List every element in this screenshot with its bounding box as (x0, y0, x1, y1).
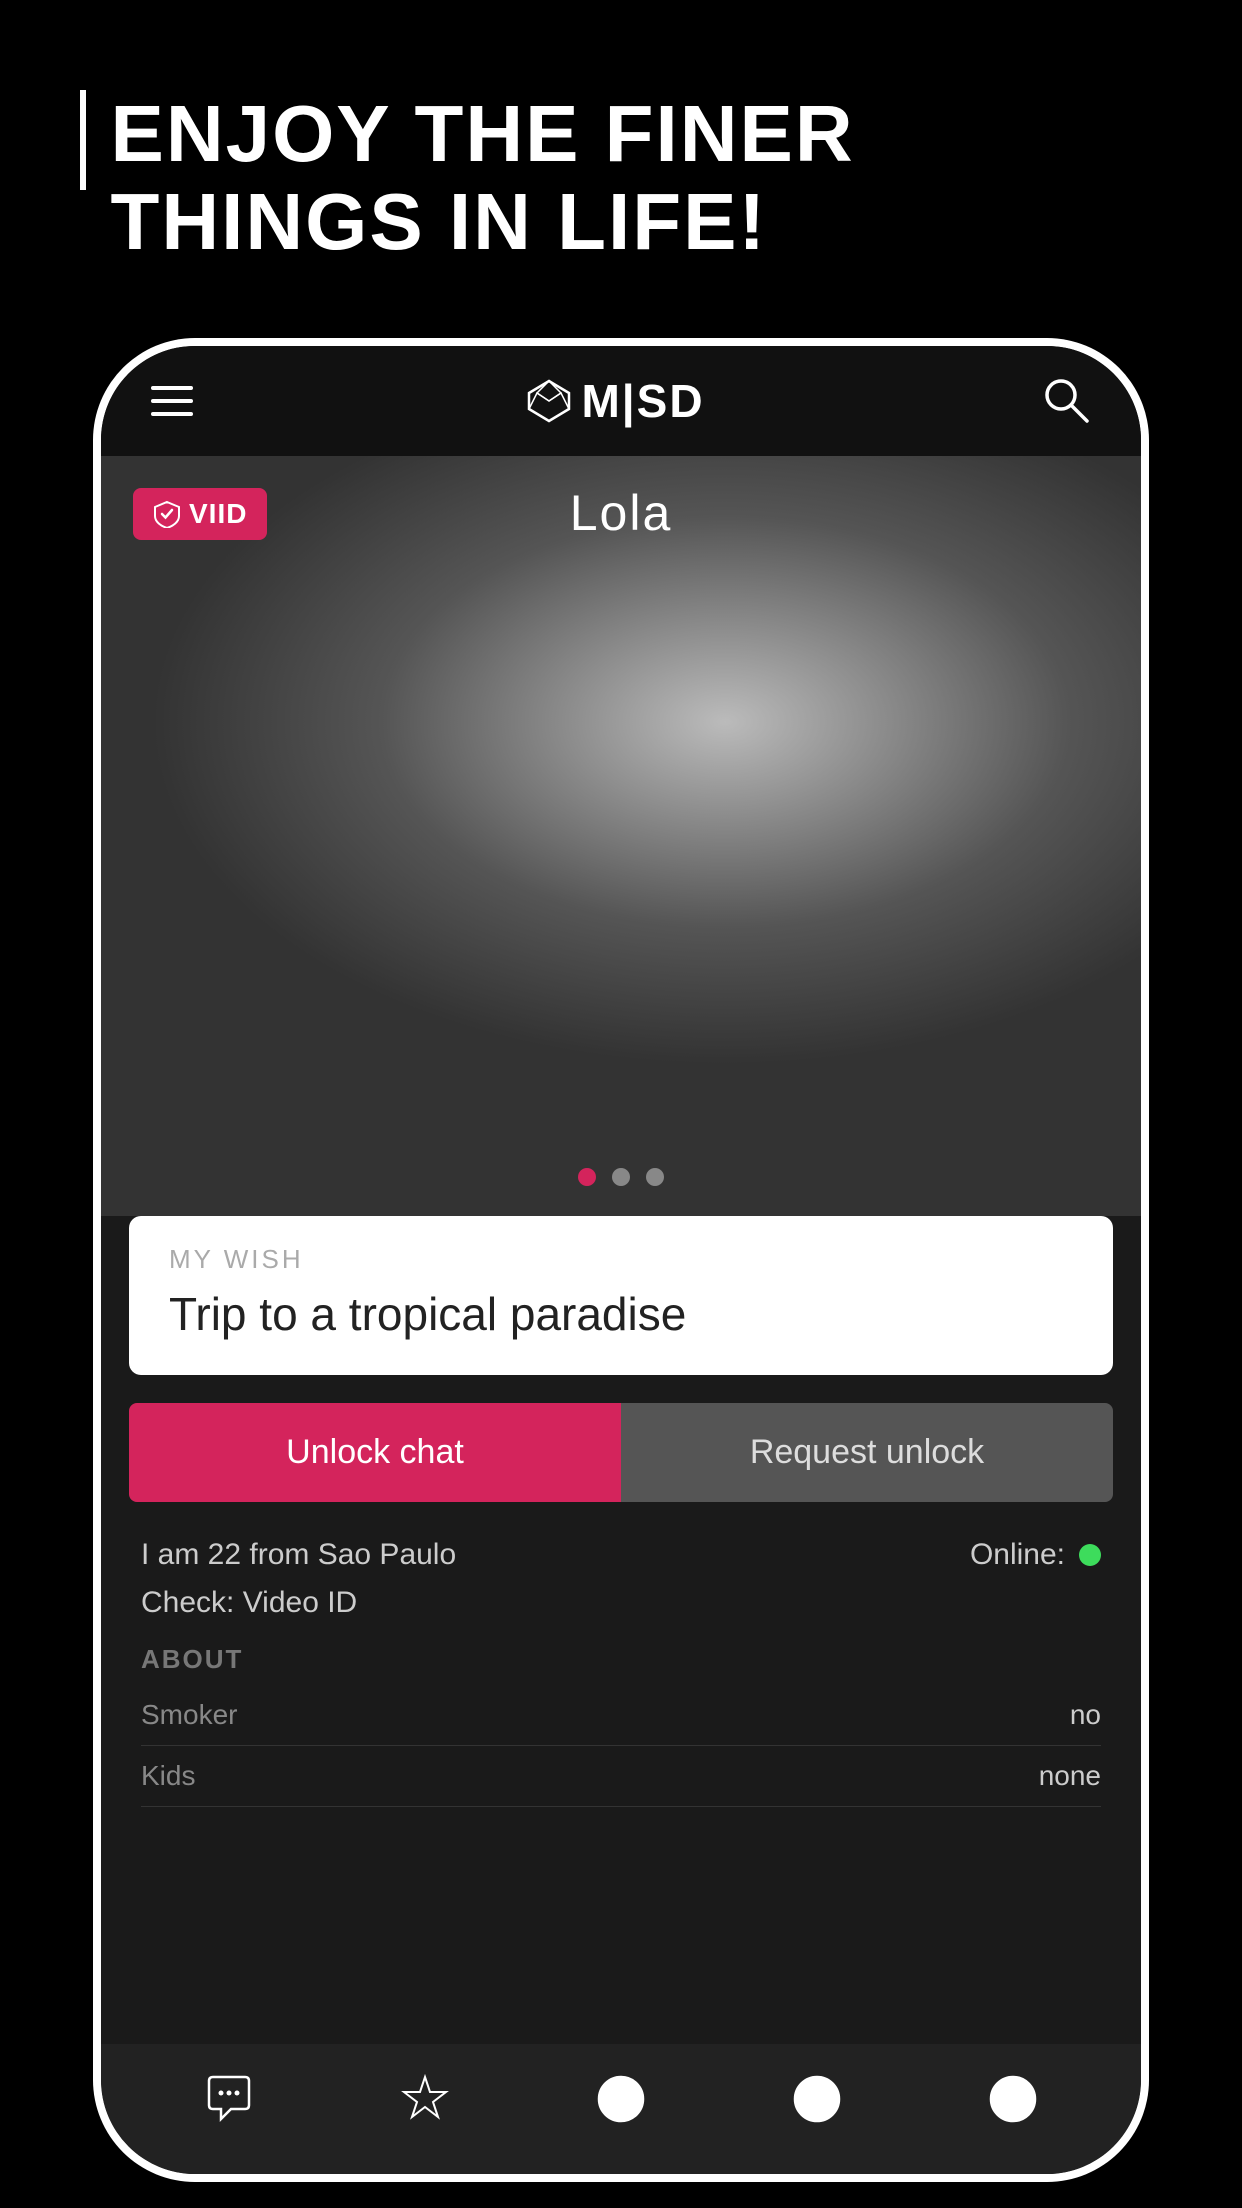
profile-name: Lola (101, 484, 1141, 542)
phone-frame: M|SD VIID Lola (95, 340, 1147, 2180)
smoker-val: no (1070, 1699, 1101, 1731)
smoker-row: Smoker no (141, 1685, 1101, 1746)
profile-photo-section: VIID Lola (101, 456, 1141, 1216)
headline-text: ENJOY THE FINER THINGS IN LIFE! (110, 90, 854, 266)
about-label: ABOUT (141, 1644, 1101, 1675)
info-section: I am 22 from Sao Paulo Online: Check: Vi… (101, 1502, 1141, 1807)
online-label: Online: (970, 1538, 1065, 1572)
chat-nav-icon (203, 2073, 255, 2125)
app-topbar: M|SD (101, 346, 1141, 456)
kids-key: Kids (141, 1760, 195, 1792)
wish-label: MY WISH (169, 1244, 1073, 1275)
nav-chat-button[interactable] (203, 2073, 255, 2125)
dot-2[interactable] (612, 1168, 630, 1186)
online-status: Online: (970, 1538, 1101, 1572)
app-logo: M|SD (527, 374, 704, 428)
bottom-nav (101, 2044, 1141, 2174)
help-nav-icon (791, 2073, 843, 2125)
profile-photo (101, 456, 1141, 1216)
hamburger-menu-icon[interactable] (151, 386, 193, 416)
kids-val: none (1039, 1760, 1101, 1792)
headline-line1: ENJOY THE FINER (110, 89, 854, 178)
search-button[interactable] (1039, 373, 1091, 430)
unlock-chat-button[interactable]: Unlock chat (129, 1403, 621, 1502)
headline-section: ENJOY THE FINER THINGS IN LIFE! (80, 90, 1162, 266)
headline-bar (80, 90, 86, 190)
check-video-row: Check: Video ID (141, 1586, 1101, 1620)
logo-text: M|SD (581, 374, 704, 428)
nav-profile-button[interactable] (595, 2073, 647, 2125)
phone-inner: M|SD VIID Lola (101, 346, 1141, 2174)
nav-star-button[interactable] (399, 2073, 451, 2125)
nav-block-button[interactable] (987, 2073, 1039, 2125)
bio-row: I am 22 from Sao Paulo Online: (141, 1538, 1101, 1572)
photo-dots (101, 1168, 1141, 1186)
bio-text: I am 22 from Sao Paulo (141, 1538, 456, 1572)
wish-text: Trip to a tropical paradise (169, 1287, 1073, 1341)
headline-line2: THINGS IN LIFE! (110, 177, 767, 266)
wish-card: MY WISH Trip to a tropical paradise (129, 1216, 1113, 1375)
diamond-icon (527, 379, 571, 423)
face-nav-icon (595, 2073, 647, 2125)
request-unlock-button[interactable]: Request unlock (621, 1403, 1113, 1502)
dot-3[interactable] (646, 1168, 664, 1186)
check-video-text: Check: Video ID (141, 1586, 357, 1620)
kids-row: Kids none (141, 1746, 1101, 1807)
search-icon (1039, 373, 1091, 425)
smoker-key: Smoker (141, 1699, 237, 1731)
nav-help-button[interactable] (791, 2073, 843, 2125)
dot-1[interactable] (578, 1168, 596, 1186)
online-indicator (1079, 1544, 1101, 1566)
block-nav-icon (987, 2073, 1039, 2125)
star-nav-icon (399, 2073, 451, 2125)
action-buttons: Unlock chat Request unlock (129, 1403, 1113, 1502)
